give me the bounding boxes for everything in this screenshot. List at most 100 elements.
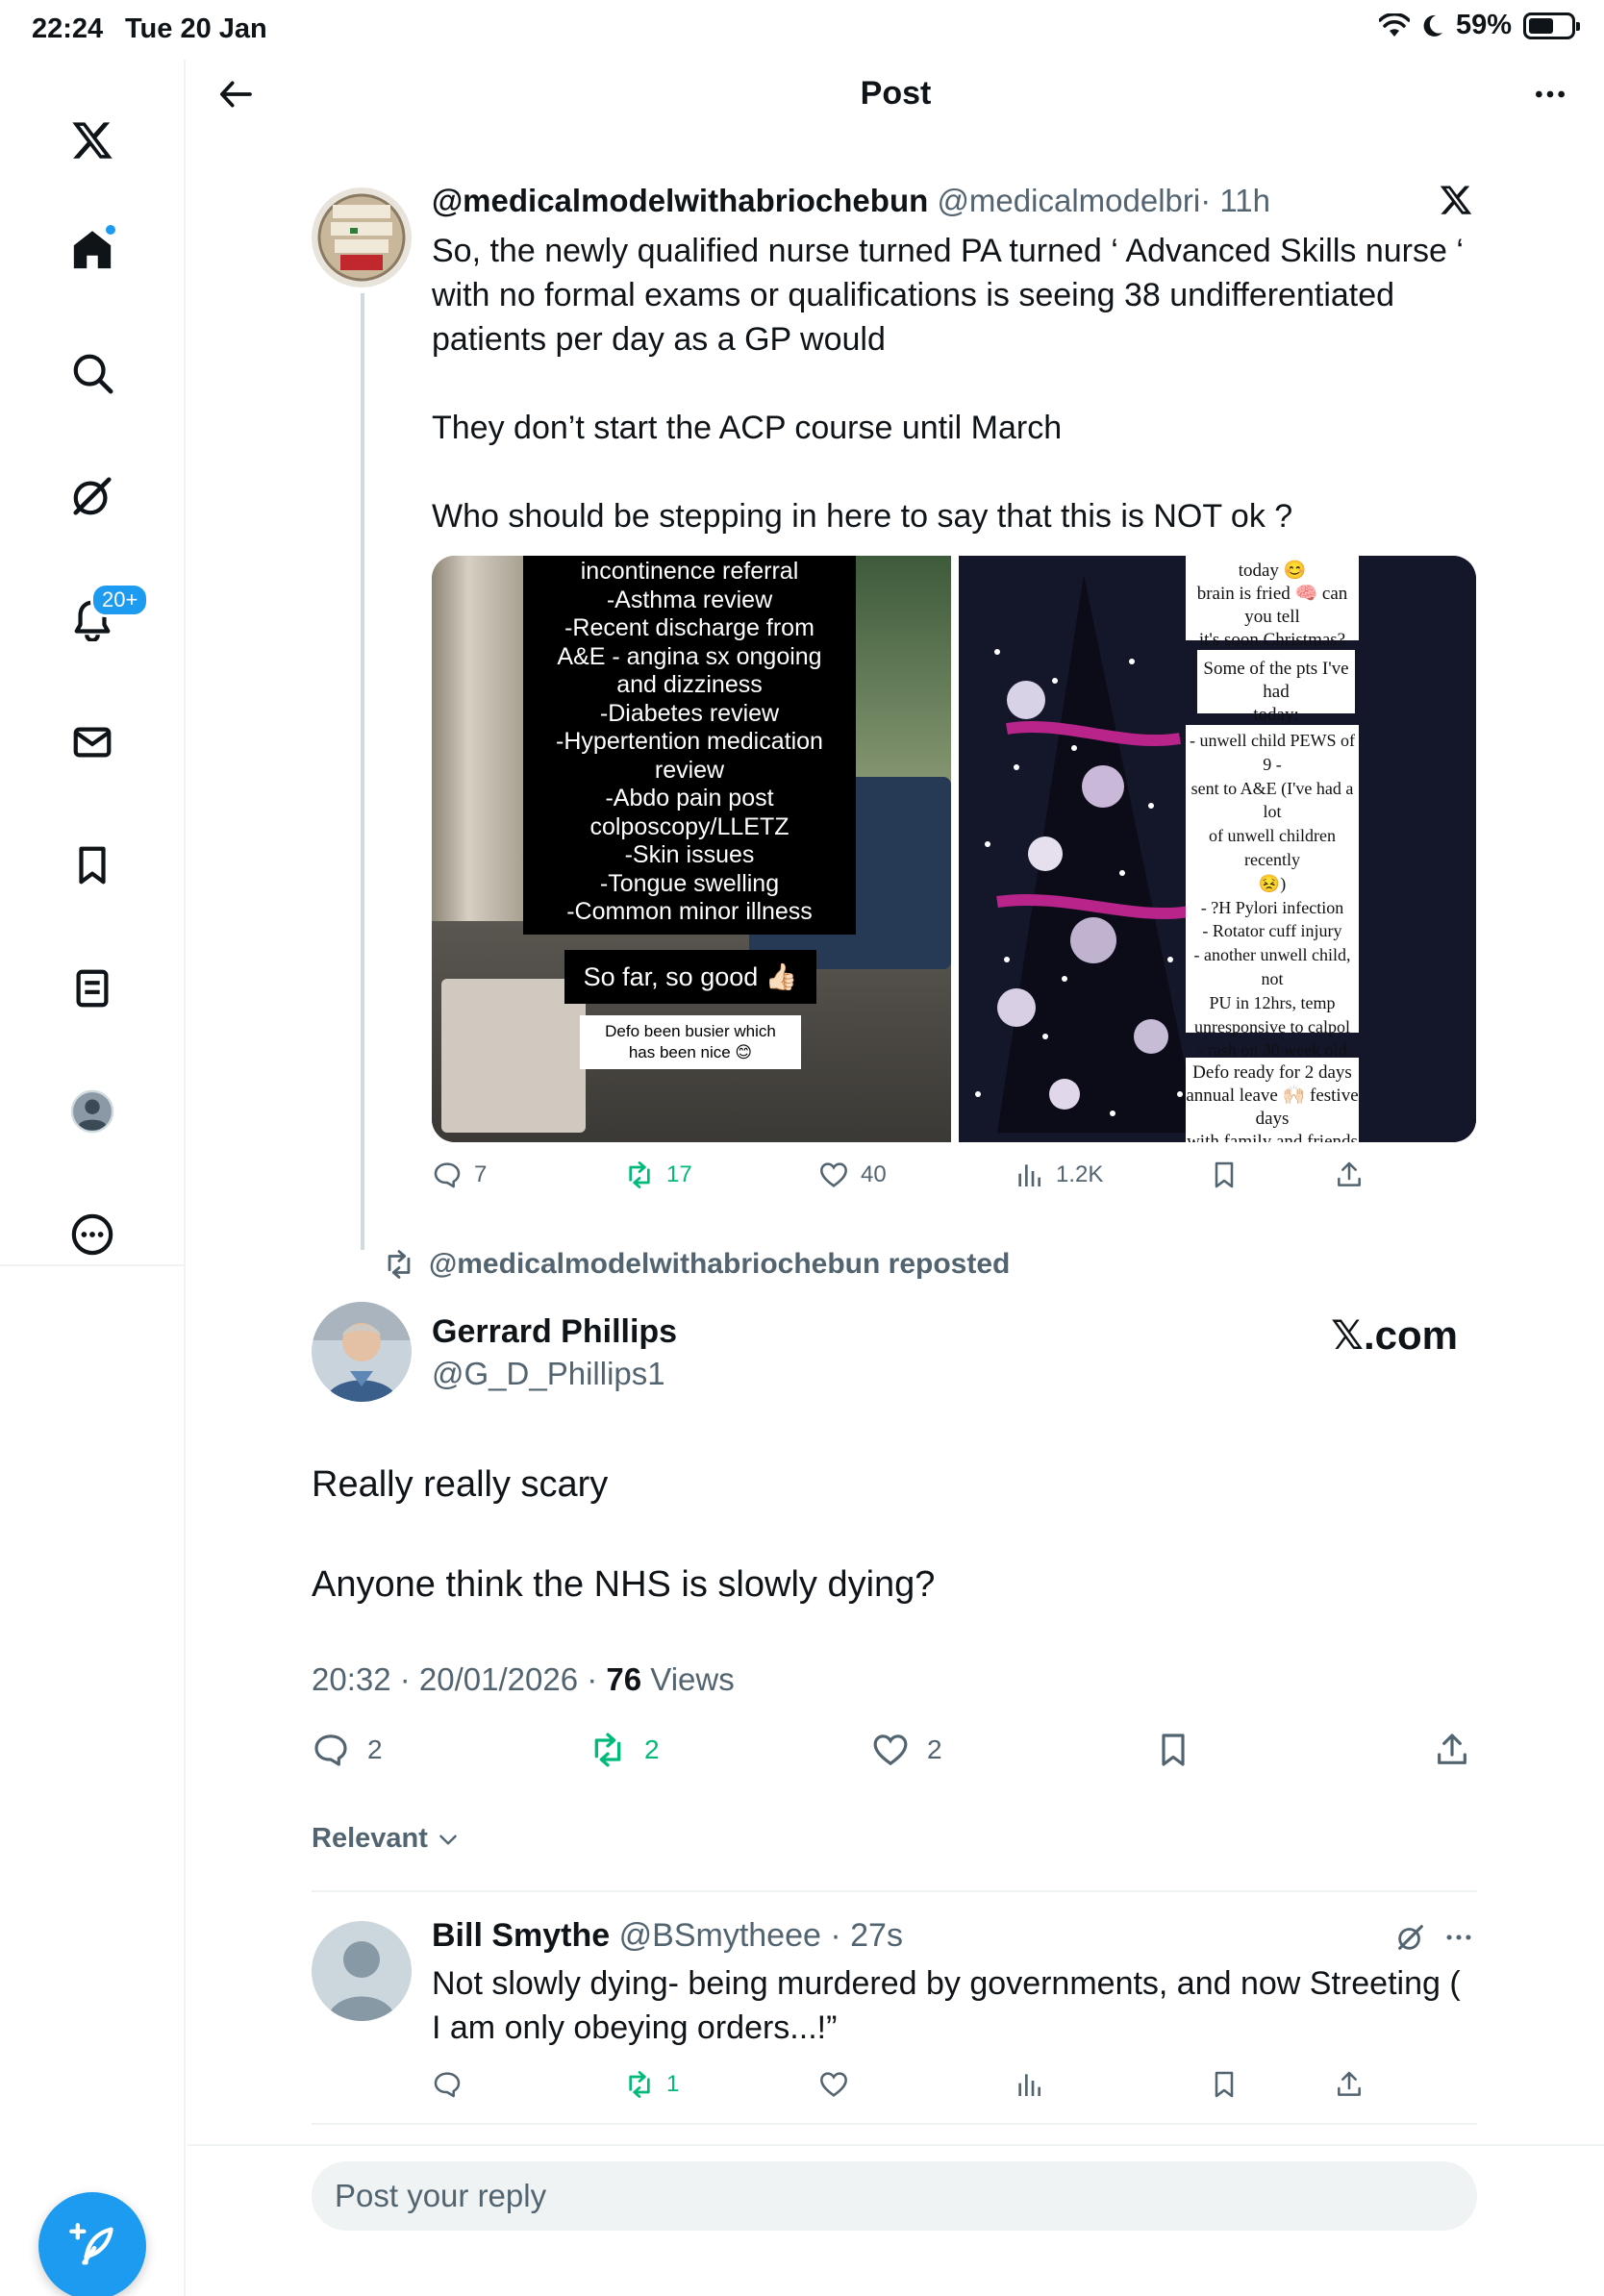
media-left-list: incontinence referral -Asthma review -Re… — [523, 556, 856, 935]
heart-icon — [873, 1734, 908, 1766]
main-share-button[interactable] — [1433, 1731, 1471, 1769]
reply-share-button[interactable] — [1334, 2069, 1365, 2100]
bookmark-icon — [1162, 1734, 1185, 1766]
more-options-button[interactable] — [1525, 69, 1575, 119]
bookmark-icon — [1215, 1161, 1234, 1188]
parent-reply-button[interactable]: 7 — [432, 1160, 487, 1190]
main-reply-button[interactable]: 2 — [312, 1731, 383, 1769]
nav-bookmarks[interactable] — [58, 831, 127, 900]
reply-reply-button[interactable] — [432, 2069, 463, 2100]
media-left-subcaption: Defo been busier which has been nice 😊 — [580, 1015, 801, 1069]
parent-reply-count: 7 — [474, 1161, 488, 1187]
nav-messages[interactable] — [58, 708, 127, 777]
main-like-button[interactable]: 2 — [871, 1731, 942, 1769]
repost-icon — [388, 1250, 411, 1279]
reply-icon — [314, 1734, 347, 1766]
reply-like-button[interactable] — [818, 2069, 849, 2100]
reply-author-avatar[interactable] — [312, 1921, 412, 2021]
grok-icon — [73, 477, 112, 515]
reply-icon — [434, 1162, 461, 1188]
more-horizontal-icon — [1536, 90, 1565, 98]
parent-handle[interactable]: @medicalmodelbri — [937, 183, 1200, 218]
nav-grok[interactable] — [58, 462, 127, 531]
parent-repost-count: 17 — [666, 1161, 692, 1187]
divider — [312, 1890, 1477, 1892]
nav-profile[interactable] — [58, 1077, 127, 1146]
reply-bar-divider — [188, 2144, 1604, 2146]
reply-handle[interactable]: @BSmytheee — [619, 1917, 821, 1954]
x-source-icon — [1439, 183, 1473, 222]
profile-avatar-icon — [70, 1089, 114, 1134]
status-date: Tue 20 Jan — [125, 13, 267, 44]
battery-percent: 59% — [1455, 10, 1512, 40]
feather-plus-icon — [69, 2223, 113, 2265]
parent-bookmark-button[interactable] — [1209, 1160, 1240, 1190]
status-bar: 22:24 Tue 20 Jan 59% — [0, 0, 1604, 60]
share-icon — [1338, 2071, 1361, 2096]
main-bookmark-button[interactable] — [1154, 1731, 1192, 1769]
main-display-name[interactable]: Gerrard Phillips — [432, 1313, 677, 1351]
parent-repost-button[interactable]: 17 — [624, 1160, 692, 1190]
search-icon — [73, 354, 113, 394]
media-right-note-1: today 😊 brain is fried 🧠 can you tell it… — [1186, 556, 1359, 673]
sidebar: 20+ — [0, 60, 186, 2296]
reply-display-name[interactable]: Bill Smythe — [432, 1917, 610, 1954]
parent-post-header: @medicalmodelwithabriochebun @medicalmod… — [432, 183, 1270, 219]
parent-like-button[interactable]: 40 — [818, 1160, 887, 1190]
media-image-left[interactable]: incontinence referral -Asthma review -Re… — [432, 556, 951, 1142]
parent-display-name[interactable]: @medicalmodelwithabriochebun — [432, 183, 928, 218]
source-label: 𝕏.com — [1331, 1312, 1458, 1358]
nav-more[interactable] — [58, 1200, 127, 1269]
reply-bookmark-button[interactable] — [1209, 2069, 1240, 2100]
unread-dot — [104, 223, 117, 237]
grok-icon — [1398, 1925, 1423, 1950]
divider — [312, 2123, 1477, 2125]
nav-home[interactable] — [58, 215, 127, 285]
medical-council-logo-icon — [312, 187, 412, 287]
status-right: 59% — [1378, 10, 1580, 41]
analytics-icon — [1018, 1164, 1040, 1186]
nav-search[interactable] — [58, 338, 127, 408]
reply-sort-dropdown[interactable]: Relevant — [312, 1823, 461, 1855]
reply-views-button[interactable] — [1014, 2069, 1044, 2100]
main-handle[interactable]: @G_D_Phillips1 — [432, 1356, 665, 1392]
parent-share-button[interactable] — [1334, 1160, 1365, 1190]
parent-post-text: So, the newly qualified nurse turned PA … — [432, 233, 1464, 535]
main-author-avatar[interactable] — [312, 1302, 412, 1402]
reply-composer[interactable] — [312, 2161, 1477, 2231]
reply-text: Not slowly dying- being murdered by gove… — [432, 1965, 1470, 2046]
reply-input[interactable] — [312, 2161, 1477, 2231]
compose-post-button[interactable] — [38, 2192, 146, 2296]
reply-grok-button[interactable] — [1394, 1921, 1427, 1959]
parent-author-avatar[interactable] — [312, 187, 412, 287]
share-icon — [1338, 1161, 1361, 1186]
mail-icon — [73, 727, 112, 758]
parent-post-media[interactable]: incontinence referral -Asthma review -Re… — [432, 556, 1476, 1142]
repost-label[interactable]: @medicalmodelwithabriochebun reposted — [429, 1248, 1010, 1281]
nav-notifications[interactable]: 20+ — [58, 583, 150, 654]
parent-views-button[interactable]: 1.2K — [1014, 1160, 1103, 1190]
main-timestamp[interactable]: 20:32 · 20/01/2026 · — [312, 1661, 606, 1697]
bookmark-icon — [79, 846, 106, 885]
analytics-icon — [1018, 2074, 1040, 2096]
main-repost-button[interactable]: 2 — [589, 1731, 660, 1769]
main-views-count: 76 — [606, 1661, 642, 1697]
reply-time: · 27s — [830, 1917, 903, 1954]
wifi-icon — [1378, 12, 1410, 37]
repost-icon — [594, 1733, 621, 1767]
nav-lists[interactable] — [58, 954, 127, 1023]
reply-more-button[interactable] — [1442, 1921, 1475, 1959]
main-repost-count: 2 — [644, 1734, 660, 1764]
main-post-meta: 20:32 · 20/01/2026 · 76 Views — [312, 1661, 735, 1698]
main-post-actions: 2 2 2 — [312, 1731, 1475, 1779]
media-image-right[interactable]: today 😊 brain is fried 🧠 can you tell it… — [959, 556, 1476, 1142]
thread-line — [361, 293, 364, 1250]
more-horizontal-icon — [1446, 1934, 1471, 1940]
repost-icon — [629, 2071, 650, 2098]
reply-header: Bill Smythe @BSmytheee · 27s — [432, 1917, 903, 1955]
reply-repost-button[interactable]: 1 — [624, 2069, 679, 2100]
chevron-down-icon — [439, 1834, 457, 1845]
x-logo-button[interactable] — [58, 106, 127, 175]
share-icon — [1438, 1734, 1466, 1764]
repost-indicator: @medicalmodelwithabriochebun reposted — [383, 1248, 1010, 1281]
